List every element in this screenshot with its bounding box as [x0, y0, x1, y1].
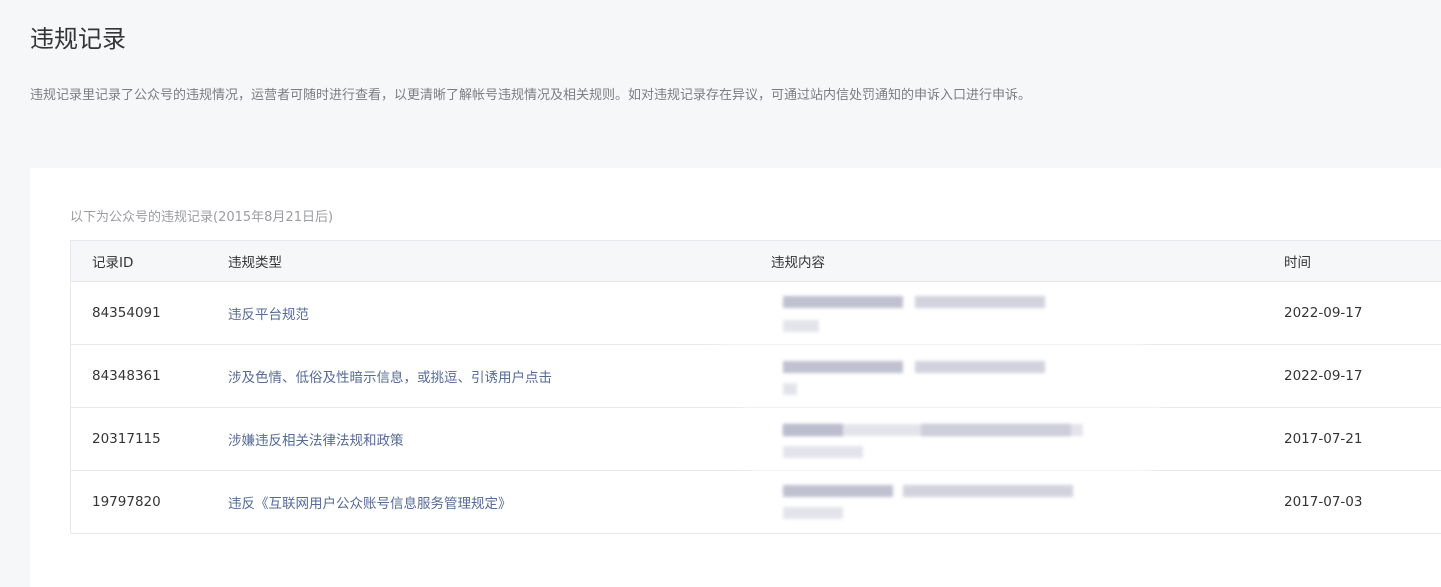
record-id: 84348361: [92, 368, 161, 384]
violation-records-card: 以下为公众号的违规记录(2015年8月21日后) 记录ID 违规类型 违规内容 …: [30, 168, 1441, 587]
violation-time: 2017-07-21: [1284, 431, 1363, 447]
page-description: 违规记录里记录了公众号的违规情况，运营者可随时进行查看，以更清晰了解帐号违规情况…: [30, 88, 1032, 103]
violation-time: 2022-09-17: [1284, 305, 1363, 321]
record-id: 84354091: [92, 305, 161, 321]
violation-table: 记录ID 违规类型 违规内容 时间 84354091 违反平台规范 2022-0…: [70, 240, 1441, 534]
violation-type-link[interactable]: 违反《互联网用户公众账号信息服务管理规定》: [228, 492, 512, 512]
table-row: 19797820 违反《互联网用户公众账号信息服务管理规定》 2017-07-0…: [71, 469, 1441, 534]
violation-type-link[interactable]: 违反平台规范: [228, 303, 309, 323]
violation-type-link[interactable]: 涉及色情、低俗及性暗示信息，或挑逗、引诱用户点击: [228, 366, 552, 386]
violation-time: 2017-07-03: [1284, 494, 1363, 510]
table-row: 84348361 涉及色情、低俗及性暗示信息，或挑逗、引诱用户点击 2022-0…: [71, 345, 1441, 408]
record-id: 19797820: [92, 494, 161, 510]
header-record-id: 记录ID: [92, 255, 134, 271]
table-header-row: 记录ID 违规类型 违规内容 时间: [71, 241, 1441, 282]
violation-type-link[interactable]: 涉嫌违反相关法律法规和政策: [228, 429, 404, 449]
page-title: 违规记录: [30, 25, 126, 53]
blurred-content: [751, 469, 1151, 527]
header-violation-type: 违规类型: [228, 255, 282, 271]
blurred-content: [771, 290, 1111, 338]
table-caption: 以下为公众号的违规记录(2015年8月21日后): [70, 210, 334, 225]
blurred-content: [711, 347, 1151, 401]
table-row: 84354091 违反平台规范 2022-09-17: [71, 282, 1441, 345]
header-violation-content: 违规内容: [771, 255, 825, 271]
header-time: 时间: [1284, 255, 1311, 271]
blurred-content: [741, 408, 1161, 464]
record-id: 20317115: [92, 431, 161, 447]
violation-time: 2022-09-17: [1284, 368, 1363, 384]
table-row: 20317115 涉嫌违反相关法律法规和政策 2017-07-21: [71, 408, 1441, 471]
